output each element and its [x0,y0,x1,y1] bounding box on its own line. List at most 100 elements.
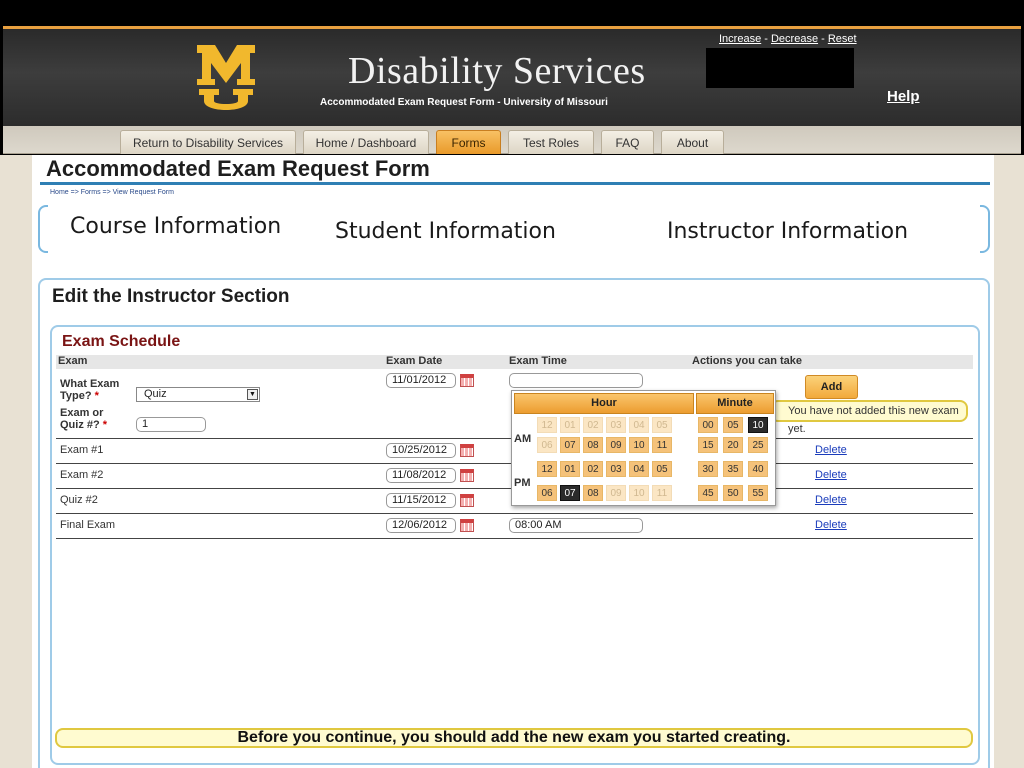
hour-cell-am[interactable]: 11 [652,437,672,453]
bracket-right [980,205,990,253]
col-exam-date: Exam Date [386,355,443,367]
hour-cell-am[interactable]: 01 [560,417,580,433]
hour-cell-pm[interactable]: 01 [560,461,580,477]
minute-cell[interactable]: 30 [698,461,718,477]
exam-time-input[interactable]: 08:00 AM [509,518,643,533]
minute-cell[interactable]: 05 [723,417,743,433]
exam-name: Exam #2 [60,469,104,481]
minute-cell[interactable]: 10 [748,417,768,433]
minute-cell[interactable]: 45 [698,485,718,501]
exam-number-input[interactable]: 1 [136,417,206,432]
exam-schedule-title: Exam Schedule [62,333,181,350]
calendar-icon[interactable] [460,444,474,457]
hour-cell-pm[interactable]: 10 [629,485,649,501]
separator: - [818,33,828,45]
add-exam-button[interactable]: Add [805,375,858,399]
exam-name: Quiz #2 [60,494,98,506]
redacted-box [706,48,854,88]
hour-cell-pm[interactable]: 08 [583,485,603,501]
new-exam-time-input[interactable] [509,373,643,388]
nav-tab-test-roles[interactable]: Test Roles [508,130,594,154]
hour-cell-am[interactable]: 04 [629,417,649,433]
main-nav: Return to Disability Services Home / Das… [3,126,1021,154]
hour-cell-pm[interactable]: 11 [652,485,672,501]
hour-cell-pm[interactable]: 04 [629,461,649,477]
delete-link[interactable]: Delete [815,444,847,456]
col-actions: Actions you can take [692,355,803,367]
hour-cell-pm[interactable]: 03 [606,461,626,477]
section-tab-course[interactable]: Course Information [70,214,281,239]
minute-header: Minute [696,393,774,414]
hour-cell-pm[interactable]: 02 [583,461,603,477]
minute-cell[interactable]: 40 [748,461,768,477]
minute-cell[interactable]: 50 [723,485,743,501]
nav-tab-return[interactable]: Return to Disability Services [120,130,296,154]
hour-cell-am[interactable]: 07 [560,437,580,453]
hour-cell-am[interactable]: 09 [606,437,626,453]
hour-header: Hour [514,393,694,414]
separator: - [761,33,771,45]
reset-font-link[interactable]: Reset [828,33,857,45]
exam-date-input[interactable]: 10/25/2012 [386,443,456,458]
not-added-warning: You have not added this new exam yet. [770,400,968,435]
delete-link[interactable]: Delete [815,494,847,506]
breadcrumb[interactable]: Home => Forms => View Request Form [50,189,174,196]
hour-cell-pm[interactable]: 06 [537,485,557,501]
minute-cell[interactable]: 55 [748,485,768,501]
table-header: Exam Exam Date Exam Time Actions you can… [56,355,973,369]
calendar-icon[interactable] [460,374,474,387]
help-link[interactable]: Help [887,88,920,105]
exam-date-input[interactable]: 11/15/2012 [386,493,456,508]
minute-cell[interactable]: 15 [698,437,718,453]
minute-cell[interactable]: 00 [698,417,718,433]
font-size-controls: Increase - Decrease - Reset [719,33,857,45]
exam-date-input[interactable]: 11/08/2012 [386,468,456,483]
exam-number-label: Exam or Quiz #? * [60,407,108,431]
pm-label: PM [514,477,531,489]
col-exam-time: Exam Time [509,355,567,367]
increase-font-link[interactable]: Increase [719,33,761,45]
section-tab-student[interactable]: Student Information [335,219,556,244]
nav-tab-about[interactable]: About [661,130,724,154]
calendar-icon[interactable] [460,494,474,507]
nav-tab-home[interactable]: Home / Dashboard [303,130,429,154]
calendar-icon[interactable] [460,519,474,532]
hour-cell-am[interactable]: 06 [537,437,557,453]
mizzou-logo [197,45,255,110]
bracket-left [38,205,48,253]
am-label: AM [514,433,532,445]
title-divider [40,182,990,185]
nav-tab-forms[interactable]: Forms [436,130,501,154]
chevron-down-icon: ▼ [247,389,258,400]
delete-link[interactable]: Delete [815,469,847,481]
exam-type-select[interactable]: Quiz ▼ [136,387,260,402]
hour-cell-am[interactable]: 03 [606,417,626,433]
exam-name: Final Exam [60,519,116,531]
site-header: Disability Services Accommodated Exam Re… [3,26,1021,126]
hour-cell-am[interactable]: 05 [652,417,672,433]
continue-warning: Before you continue, you should add the … [55,728,973,748]
delete-link[interactable]: Delete [815,519,847,531]
hour-cell-pm[interactable]: 05 [652,461,672,477]
exam-date-input[interactable]: 12/06/2012 [386,518,456,533]
page-title: Accommodated Exam Request Form [46,156,430,181]
hour-cell-pm[interactable]: 12 [537,461,557,477]
calendar-icon[interactable] [460,469,474,482]
row-divider [56,538,973,539]
row-divider [56,513,973,514]
minute-cell[interactable]: 20 [723,437,743,453]
section-tab-instructor[interactable]: Instructor Information [667,219,908,244]
minute-cell[interactable]: 35 [723,461,743,477]
section-tabs: Course Information Student Information I… [38,205,990,253]
nav-tab-faq[interactable]: FAQ [601,130,654,154]
hour-cell-pm[interactable]: 09 [606,485,626,501]
hour-cell-am[interactable]: 12 [537,417,557,433]
minute-cell[interactable]: 25 [748,437,768,453]
hour-cell-am[interactable]: 10 [629,437,649,453]
hour-cell-am[interactable]: 02 [583,417,603,433]
decrease-font-link[interactable]: Decrease [771,33,818,45]
new-exam-date-input[interactable]: 11/01/2012 [386,373,456,388]
time-picker-popup: Hour Minute AM PM 12 01 02 03 04 05 06 07 08 09 10… [511,390,776,506]
hour-cell-am[interactable]: 08 [583,437,603,453]
hour-cell-pm[interactable]: 07 [560,485,580,501]
